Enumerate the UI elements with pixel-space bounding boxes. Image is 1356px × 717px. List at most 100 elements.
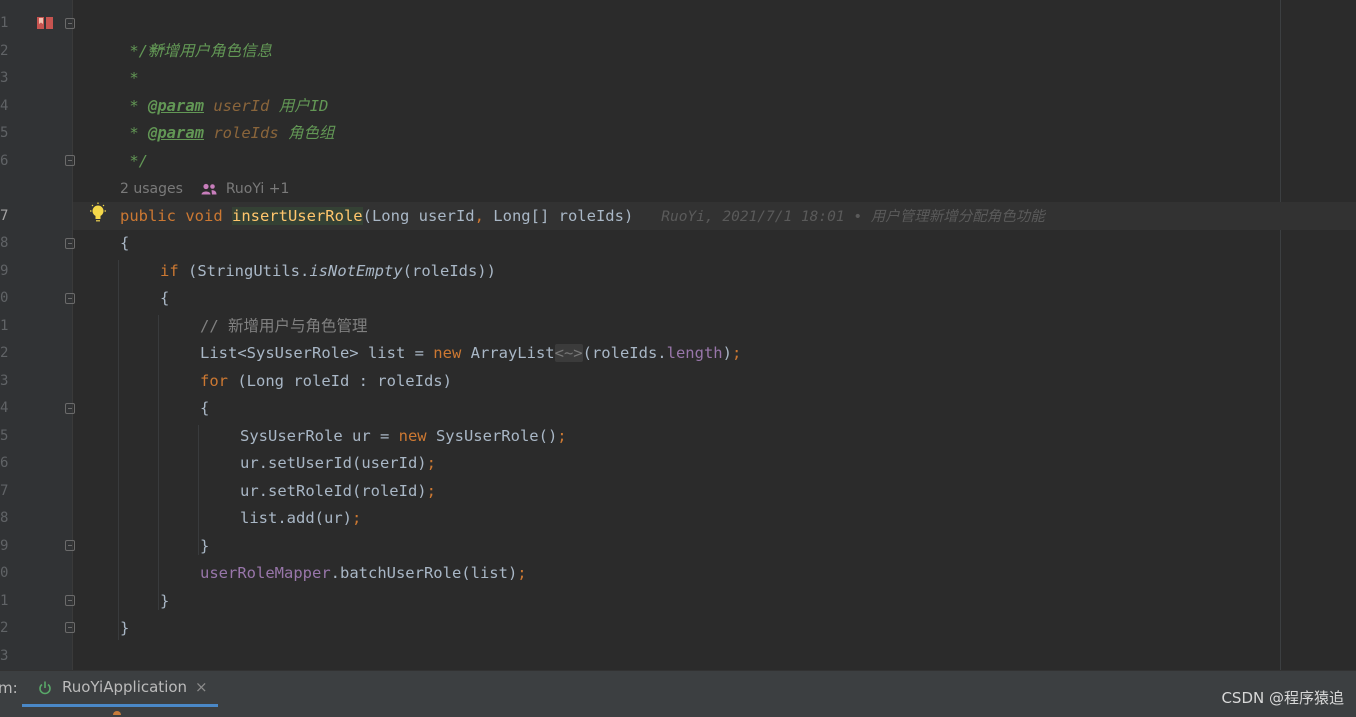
code-line: SysUserRole ur = new SysUserRole(); — [240, 422, 567, 450]
code-line: List<SysUserRole> list = new ArrayList<~… — [200, 339, 741, 367]
line-number: 4 — [0, 98, 8, 114]
code-text: (roleIds)) — [402, 262, 496, 280]
code-text: list.add(ur) — [240, 509, 352, 527]
modifiers: public void — [120, 207, 232, 225]
fold-marker[interactable] — [65, 18, 75, 29]
semicolon: ; — [557, 427, 567, 445]
line-number: 3 — [0, 648, 8, 664]
git-blame-annotation[interactable]: RuoYi, 2021/7/1 18:01 • 用户管理新增分配角色功能 — [661, 209, 1045, 225]
javadoc-star: * — [120, 69, 139, 87]
code-line: // 新增用户与角色管理 — [200, 312, 368, 340]
line-number: 6 — [0, 153, 8, 169]
code-line: */ — [120, 147, 148, 175]
code-text: (StringUtils. — [178, 262, 310, 280]
brace: { — [120, 234, 130, 252]
code-text: ArrayList — [461, 344, 555, 362]
code-text: SysUserRole() — [426, 427, 558, 445]
javadoc-param-tag[interactable]: @param — [148, 97, 204, 115]
line-number: 6 — [0, 455, 8, 471]
line-number: 3 — [0, 70, 8, 86]
code-text: (Long roleId : roleIds) — [228, 372, 452, 390]
usages-inlay[interactable]: 2 usages RuoYi +1 — [120, 178, 289, 200]
right-margin-guide — [1280, 0, 1281, 670]
brace: { — [200, 399, 210, 417]
close-icon[interactable]: × — [195, 678, 208, 696]
line-number: 5 — [0, 125, 8, 141]
keyword-for: for — [200, 372, 228, 390]
line-number: 1 — [0, 593, 8, 609]
brace: { — [160, 289, 170, 307]
code-line: for (Long roleId : roleIds) — [200, 367, 452, 395]
code-line: * @param userId 用户ID — [120, 92, 328, 120]
code-text: SysUserRole ur = — [240, 427, 399, 445]
code-line: } — [200, 532, 209, 560]
line-number: 2 — [0, 620, 8, 636]
line-number: 1 — [0, 15, 8, 31]
method-params: (Long userId — [362, 207, 475, 225]
code-line: } — [120, 614, 129, 642]
code-line: ur.setUserId(userId); — [240, 449, 436, 477]
line-number: 5 — [0, 428, 8, 444]
line-number: 3 — [0, 373, 8, 389]
fold-marker[interactable] — [65, 622, 75, 633]
code-line: userRoleMapper.batchUserRole(list); — [200, 559, 527, 587]
javadoc-star: * — [120, 124, 148, 142]
line-number: 9 — [0, 538, 8, 554]
fold-marker[interactable] — [65, 238, 75, 249]
line-number: 0 — [0, 565, 8, 581]
line-number: 2 — [0, 345, 8, 361]
comma: , — [474, 207, 484, 225]
line-comment: // 新增用户与角色管理 — [200, 317, 368, 335]
brace: } — [200, 537, 210, 555]
javadoc-param-tag[interactable]: @param — [148, 124, 204, 142]
fold-marker[interactable] — [65, 403, 75, 414]
code-line: * — [120, 64, 139, 92]
method-params-2: Long[] roleIds) — [483, 207, 634, 225]
code-text: ) — [722, 344, 732, 362]
book-icon[interactable] — [36, 16, 54, 30]
line-number: 7 — [0, 483, 8, 499]
code-line: } — [160, 587, 169, 615]
javadoc-close: */ — [120, 152, 148, 170]
keyword-new: new — [433, 344, 462, 362]
run-tab[interactable]: RuoYiApplication × — [22, 671, 218, 707]
watermark: CSDN @程序猿追 — [1221, 689, 1344, 707]
line-number-active: 7 — [0, 208, 8, 224]
usages-authors[interactable]: RuoYi +1 — [226, 181, 290, 197]
run-tab-label[interactable]: RuoYiApplication — [62, 678, 187, 696]
javadoc-param-text: 角色组 — [288, 124, 335, 142]
fold-marker[interactable] — [65, 293, 75, 304]
code-line: * @param roleIds 角色组 — [120, 119, 335, 147]
fold-marker[interactable] — [65, 595, 75, 606]
code-line: * 新增用户角色信息 — [120, 37, 272, 65]
code-line: list.add(ur); — [240, 504, 361, 532]
javadoc-star: * — [120, 97, 148, 115]
semicolon: ; — [351, 509, 362, 527]
lightbulb-icon[interactable] — [88, 202, 108, 224]
semicolon: ; — [426, 482, 436, 500]
line-gutter — [0, 0, 73, 670]
javadoc-param-name: userId — [213, 97, 270, 115]
indent-guide — [158, 315, 159, 610]
line-number: 2 — [0, 43, 8, 59]
code-line: { — [160, 284, 169, 312]
status-indicator — [113, 711, 121, 715]
semicolon: ; — [517, 564, 527, 582]
code-line: ur.setRoleId(roleId); — [240, 477, 436, 505]
semicolon: ; — [426, 454, 436, 472]
fold-marker[interactable] — [65, 540, 75, 551]
fold-marker[interactable] — [65, 155, 75, 166]
diamond-hint[interactable]: <~> — [554, 344, 583, 362]
line-number: 9 — [0, 263, 8, 279]
field-ref: length — [666, 344, 723, 362]
javadoc-star: * — [120, 42, 148, 60]
line-number: 0 — [0, 290, 8, 306]
static-method-call: isNotEmpty — [309, 262, 403, 280]
run-label: m: — [0, 679, 18, 697]
code-line: { — [120, 229, 129, 257]
method-name[interactable]: insertUserRole — [231, 207, 363, 225]
code-text: ur.setRoleId(roleId) — [240, 482, 427, 500]
keyword-if: if — [160, 262, 179, 280]
usages-count[interactable]: 2 usages — [120, 181, 183, 197]
power-icon — [39, 681, 51, 695]
